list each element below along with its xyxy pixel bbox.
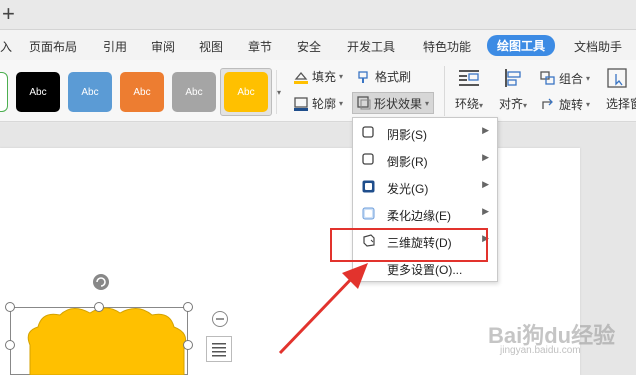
selection-pane-icon bbox=[607, 68, 627, 88]
style-preset-label: Abc bbox=[81, 86, 99, 98]
reflection-icon bbox=[362, 153, 374, 165]
styles-more-icon[interactable]: ▾ bbox=[276, 70, 284, 114]
chevron-down-icon: ▾ bbox=[523, 101, 528, 110]
menu-tab-bar: 入 页面布局 引用 审阅 视图 章节 安全 开发工具 特色功能 绘图工具 文档助… bbox=[0, 30, 636, 60]
style-preset-partial[interactable] bbox=[0, 72, 8, 112]
zoom-out-icon[interactable] bbox=[211, 310, 229, 328]
shape-effects-label: 形状效果 bbox=[374, 96, 423, 111]
style-preset-gold[interactable]: Abc bbox=[224, 72, 268, 112]
fill-label: 填充 bbox=[312, 70, 337, 84]
shape-effects-icon bbox=[357, 96, 371, 110]
tab-page-layout[interactable]: 页面布局 bbox=[29, 38, 77, 55]
resize-handle-top-right[interactable] bbox=[183, 302, 193, 312]
menu-item-label: 倒影(R) bbox=[387, 155, 428, 169]
tab-special-features[interactable]: 特色功能 bbox=[423, 38, 471, 55]
style-preset-black[interactable]: Abc bbox=[16, 72, 60, 112]
rotate-button[interactable]: 旋转 ▾ bbox=[540, 96, 590, 113]
rotate-handle-icon[interactable] bbox=[92, 273, 110, 291]
align-label: 对齐 bbox=[498, 97, 523, 111]
style-preset-blue[interactable]: Abc bbox=[68, 72, 112, 112]
outline-icon bbox=[294, 96, 308, 111]
submenu-arrow-icon: ▶ bbox=[482, 152, 489, 162]
annotation-arrow bbox=[278, 263, 368, 355]
style-preset-orange[interactable]: Abc bbox=[120, 72, 164, 112]
ribbon-separator bbox=[444, 66, 445, 116]
chevron-down-icon: ▾ bbox=[339, 72, 344, 81]
resize-handle-top-left[interactable] bbox=[5, 302, 15, 312]
style-preset-label: Abc bbox=[133, 86, 151, 98]
menu-item-label: 柔化边缘(E) bbox=[387, 209, 451, 223]
resize-handle-top[interactable] bbox=[94, 302, 104, 312]
submenu-arrow-icon: ▶ bbox=[482, 125, 489, 135]
resize-handle-left[interactable] bbox=[5, 340, 15, 350]
tab-review[interactable]: 审阅 bbox=[151, 38, 175, 55]
menu-item-label: 阴影(S) bbox=[387, 128, 427, 142]
new-tab-button[interactable]: + bbox=[2, 1, 15, 27]
chevron-down-icon: ▾ bbox=[479, 101, 484, 110]
outline-button[interactable]: 轮廓 ▾ bbox=[293, 95, 343, 112]
resize-handle-right[interactable] bbox=[183, 340, 193, 350]
fill-button[interactable]: 填充 ▾ bbox=[293, 68, 343, 85]
chevron-down-icon: ▾ bbox=[586, 74, 591, 83]
shape-effects-button[interactable]: 形状效果 ▾ bbox=[352, 92, 435, 114]
selection-pane-button[interactable]: 选择窗 bbox=[606, 68, 636, 112]
tab-security[interactable]: 安全 bbox=[297, 38, 321, 55]
submenu-arrow-icon: ▶ bbox=[482, 179, 489, 189]
align-button[interactable]: 对齐▾ bbox=[496, 68, 530, 112]
tab-doc-assistant[interactable]: 文档助手 bbox=[574, 38, 622, 55]
rotate-icon bbox=[542, 98, 553, 109]
wrap-label: 环绕 bbox=[454, 97, 479, 111]
select-pane-label: 选择窗 bbox=[606, 97, 636, 111]
menu-item-glow[interactable]: 发光(G) ▶ bbox=[353, 174, 497, 201]
menu-item-shadow[interactable]: 阴影(S) ▶ bbox=[353, 120, 497, 147]
chevron-down-icon: ▾ bbox=[339, 99, 344, 108]
format-painter-button[interactable]: 格式刷 bbox=[357, 68, 411, 85]
watermark-url: jingyan.baidu.com bbox=[500, 345, 581, 356]
chevron-down-icon: ▾ bbox=[425, 98, 430, 108]
tab-drawing-tools[interactable]: 绘图工具 bbox=[487, 35, 556, 56]
ribbon-toolbar: Abc Abc Abc Abc Abc ▾ 填充 ▾ 格式刷 轮廓 ▾ 形状效果… bbox=[0, 60, 636, 122]
glow-icon bbox=[362, 180, 375, 193]
group-button[interactable]: 组合 ▾ bbox=[540, 70, 590, 87]
format-painter-icon bbox=[358, 70, 368, 83]
chevron-down-icon: ▾ bbox=[586, 100, 591, 109]
tab-insert[interactable]: 入 bbox=[0, 38, 12, 55]
tab-section[interactable]: 章节 bbox=[248, 38, 272, 55]
menu-item-label: 发光(G) bbox=[387, 182, 429, 196]
tab-developer-tools[interactable]: 开发工具 bbox=[347, 38, 395, 55]
format-painter-label: 格式刷 bbox=[375, 70, 412, 84]
paint-bucket-icon bbox=[294, 71, 308, 84]
submenu-arrow-icon: ▶ bbox=[482, 206, 489, 216]
style-preset-label: Abc bbox=[237, 86, 255, 98]
cloud-shape[interactable] bbox=[20, 305, 195, 375]
group-icon bbox=[540, 71, 555, 85]
soft-edges-icon bbox=[362, 207, 375, 220]
rotate-label: 旋转 bbox=[559, 98, 584, 112]
menu-item-label: 更多设置(O)... bbox=[387, 263, 463, 277]
layout-options-icon[interactable] bbox=[206, 336, 232, 362]
shadow-icon bbox=[362, 126, 374, 138]
tab-view[interactable]: 视图 bbox=[199, 38, 223, 55]
title-bar: + bbox=[0, 0, 636, 30]
text-wrap-icon bbox=[459, 70, 479, 86]
outline-label: 轮廓 bbox=[312, 97, 337, 111]
tab-references[interactable]: 引用 bbox=[103, 38, 127, 55]
style-preset-label: Abc bbox=[29, 86, 47, 98]
menu-item-reflection[interactable]: 倒影(R) ▶ bbox=[353, 147, 497, 174]
style-preset-gray[interactable]: Abc bbox=[172, 72, 216, 112]
menu-item-soft-edges[interactable]: 柔化边缘(E) ▶ bbox=[353, 201, 497, 228]
align-icon bbox=[505, 69, 521, 87]
style-preset-label: Abc bbox=[185, 86, 203, 98]
group-label: 组合 bbox=[559, 72, 584, 86]
wrap-text-button[interactable]: 环绕▾ bbox=[452, 68, 486, 112]
